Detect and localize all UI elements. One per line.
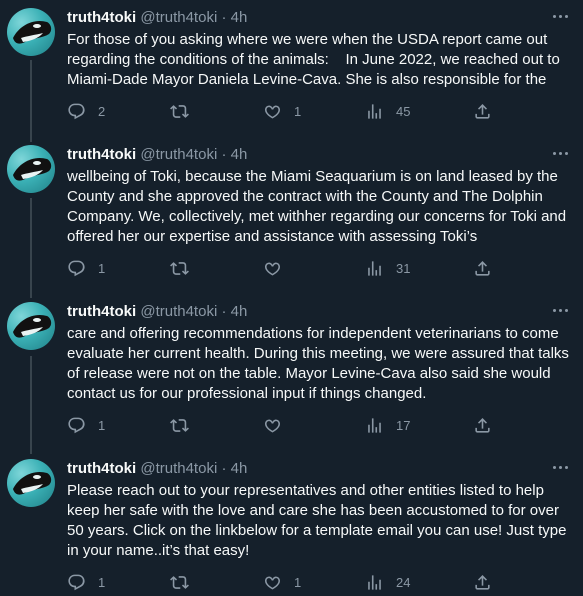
author-handle[interactable]: @truth4toki	[140, 9, 217, 26]
avatar[interactable]	[7, 145, 55, 193]
views-button[interactable]: 45	[365, 101, 410, 121]
more-horizontal-icon[interactable]	[553, 461, 571, 475]
reply-count: 1	[98, 574, 106, 590]
like-count: 1	[294, 574, 302, 590]
like-button[interactable]	[263, 415, 282, 435]
tweet-text: For those of you asking where we were wh…	[67, 31, 564, 88]
tweet-header: truth4toki @truth4toki · 4h	[67, 8, 247, 28]
separator-dot: ·	[221, 9, 227, 26]
more-horizontal-icon[interactable]	[553, 304, 571, 318]
orca-avatar-icon	[13, 314, 52, 338]
tweet-actions: 2 1 45	[67, 101, 497, 121]
author-handle[interactable]: @truth4toki	[140, 146, 217, 163]
reply-button[interactable]: 1	[67, 572, 105, 592]
reply-button[interactable]: 1	[67, 258, 105, 278]
tweet-timestamp[interactable]: 4h	[231, 146, 248, 163]
retweet-icon	[170, 104, 189, 118]
more-horizontal-icon[interactable]	[553, 10, 571, 24]
like-count: 1	[294, 103, 302, 119]
views-count: 24	[396, 574, 411, 590]
orca-avatar-icon	[13, 157, 52, 181]
orca-avatar-icon	[13, 471, 52, 495]
views-chart-icon	[368, 417, 381, 433]
reply-icon	[68, 417, 85, 433]
retweet-button[interactable]	[170, 101, 189, 121]
avatar[interactable]	[7, 302, 55, 350]
author-handle[interactable]: @truth4toki	[140, 303, 217, 320]
views-button[interactable]: 31	[365, 258, 410, 278]
heart-icon	[264, 576, 281, 589]
tweet-actions: 1 31	[67, 258, 497, 278]
tweet-header: truth4toki @truth4toki · 4h	[67, 459, 247, 479]
views-chart-icon	[368, 574, 381, 590]
tweet-actions: 1 1 24	[67, 572, 497, 592]
tweet-timestamp[interactable]: 4h	[231, 460, 248, 477]
reply-button[interactable]: 2	[67, 101, 105, 121]
like-button[interactable]: 1	[263, 101, 301, 121]
views-button[interactable]: 24	[365, 572, 410, 592]
reply-count: 1	[98, 417, 106, 433]
retweet-icon	[170, 575, 189, 589]
retweet-icon	[170, 261, 189, 275]
heart-icon	[264, 419, 281, 432]
tweet-text: Please reach out to your representatives…	[67, 482, 571, 559]
retweet-button[interactable]	[170, 415, 189, 435]
reply-icon	[68, 260, 85, 276]
share-button[interactable]	[473, 258, 492, 278]
separator-dot: ·	[221, 146, 227, 163]
share-icon	[475, 574, 490, 590]
author-name[interactable]: truth4toki	[67, 460, 136, 477]
share-icon	[475, 260, 490, 276]
heart-icon	[264, 262, 281, 275]
reply-count: 2	[98, 103, 106, 119]
author-name[interactable]: truth4toki	[67, 9, 136, 26]
views-chart-icon	[368, 103, 381, 119]
views-chart-icon	[368, 260, 381, 276]
share-button[interactable]	[473, 415, 492, 435]
reply-icon	[68, 574, 85, 590]
thread-line	[30, 60, 32, 142]
tweet-text: care and offering recommendations for in…	[67, 325, 574, 402]
retweet-button[interactable]	[170, 572, 189, 592]
thread-line	[30, 198, 32, 298]
author-name[interactable]: truth4toki	[67, 146, 136, 163]
author-handle[interactable]: @truth4toki	[140, 460, 217, 477]
reply-button[interactable]: 1	[67, 415, 105, 435]
tweet-header: truth4toki @truth4toki · 4h	[67, 145, 247, 165]
views-button[interactable]: 17	[365, 415, 410, 435]
separator-dot: ·	[221, 460, 227, 477]
like-button[interactable]	[263, 258, 282, 278]
like-button[interactable]: 1	[263, 572, 301, 592]
retweet-icon	[170, 418, 189, 432]
retweet-button[interactable]	[170, 258, 189, 278]
more-horizontal-icon[interactable]	[553, 147, 571, 161]
tweet-text: wellbeing of Toki, because the Miami Sea…	[67, 168, 571, 245]
share-icon	[475, 417, 490, 433]
views-count: 17	[396, 417, 411, 433]
share-icon	[475, 103, 490, 119]
reply-icon	[68, 103, 85, 119]
orca-avatar-icon	[13, 20, 52, 44]
share-button[interactable]	[473, 101, 492, 121]
views-count: 45	[396, 103, 411, 119]
avatar[interactable]	[7, 459, 55, 507]
thread-line	[30, 356, 32, 454]
tweet-timestamp[interactable]: 4h	[231, 303, 248, 320]
avatar[interactable]	[7, 8, 55, 56]
share-button[interactable]	[473, 572, 492, 592]
tweet-actions: 1 17	[67, 415, 497, 435]
tweet-timestamp[interactable]: 4h	[231, 9, 248, 26]
separator-dot: ·	[221, 303, 227, 320]
author-name[interactable]: truth4toki	[67, 303, 136, 320]
heart-icon	[264, 105, 281, 118]
tweet-header: truth4toki @truth4toki · 4h	[67, 302, 247, 322]
reply-count: 1	[98, 260, 106, 276]
views-count: 31	[396, 260, 411, 276]
